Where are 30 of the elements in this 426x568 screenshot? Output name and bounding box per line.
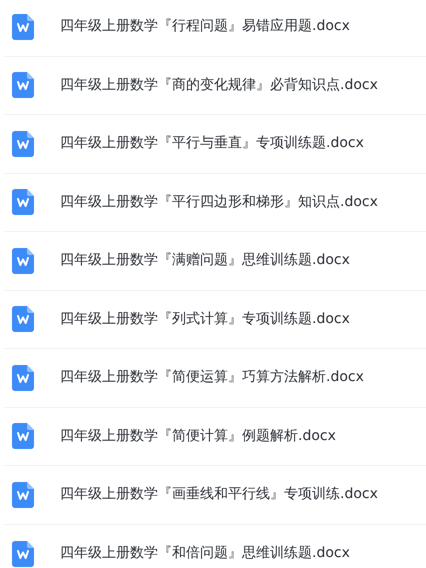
- file-row[interactable]: 四年级上册数学『画垂线和平行线』专项训练.docx: [4, 466, 426, 524]
- document-icon: [12, 364, 34, 391]
- file-name: 四年级上册数学『简便计算』例题解析.docx: [60, 426, 336, 446]
- file-name: 四年级上册数学『平行与垂直』专项训练题.docx: [60, 134, 364, 154]
- file-row[interactable]: 四年级上册数学『行程问题』易错应用题.docx: [4, 0, 426, 56]
- file-name: 四年级上册数学『商的变化规律』必背知识点.docx: [60, 76, 378, 95]
- file-row[interactable]: 四年级上册数学『商的变化规律』必背知识点.docx: [4, 56, 426, 115]
- file-row[interactable]: 四年级上册数学『平行四边形和梯形』知识点.docx: [4, 174, 426, 232]
- document-icon: [12, 189, 34, 216]
- file-name: 四年级上册数学『平行四边形和梯形』知识点.docx: [60, 192, 378, 212]
- document-icon: [12, 423, 34, 450]
- document-icon: [12, 540, 34, 567]
- document-icon: [12, 72, 34, 98]
- file-name: 四年级上册数学『行程问题』易错应用题.docx: [60, 17, 350, 36]
- file-row[interactable]: 四年级上册数学『平行与垂直』专项训练题.docx: [4, 115, 426, 174]
- file-row[interactable]: 四年级上册数学『简便计算』例题解析.docx: [4, 408, 426, 466]
- file-name: 四年级上册数学『和倍问题』思维训练题.docx: [60, 544, 350, 564]
- file-name: 四年级上册数学『画垂线和平行线』专项训练.docx: [60, 485, 378, 504]
- document-icon: [12, 14, 34, 40]
- file-row[interactable]: 四年级上册数学『列式计算』专项训练题.docx: [4, 290, 426, 349]
- file-row[interactable]: 四年级上册数学『和倍问题』思维训练题.docx: [4, 524, 426, 568]
- document-icon: [12, 130, 34, 157]
- file-name: 四年级上册数学『简便运算』巧算方法解析.docx: [60, 368, 364, 388]
- document-icon: [12, 248, 34, 274]
- document-icon: [12, 306, 34, 332]
- file-name: 四年级上册数学『满赠问题』思维训练题.docx: [60, 251, 350, 270]
- file-row[interactable]: 四年级上册数学『满赠问题』思维训练题.docx: [4, 232, 426, 290]
- file-name: 四年级上册数学『列式计算』专项训练题.docx: [60, 310, 350, 329]
- document-icon: [12, 482, 34, 508]
- file-row[interactable]: 四年级上册数学『简便运算』巧算方法解析.docx: [4, 349, 426, 408]
